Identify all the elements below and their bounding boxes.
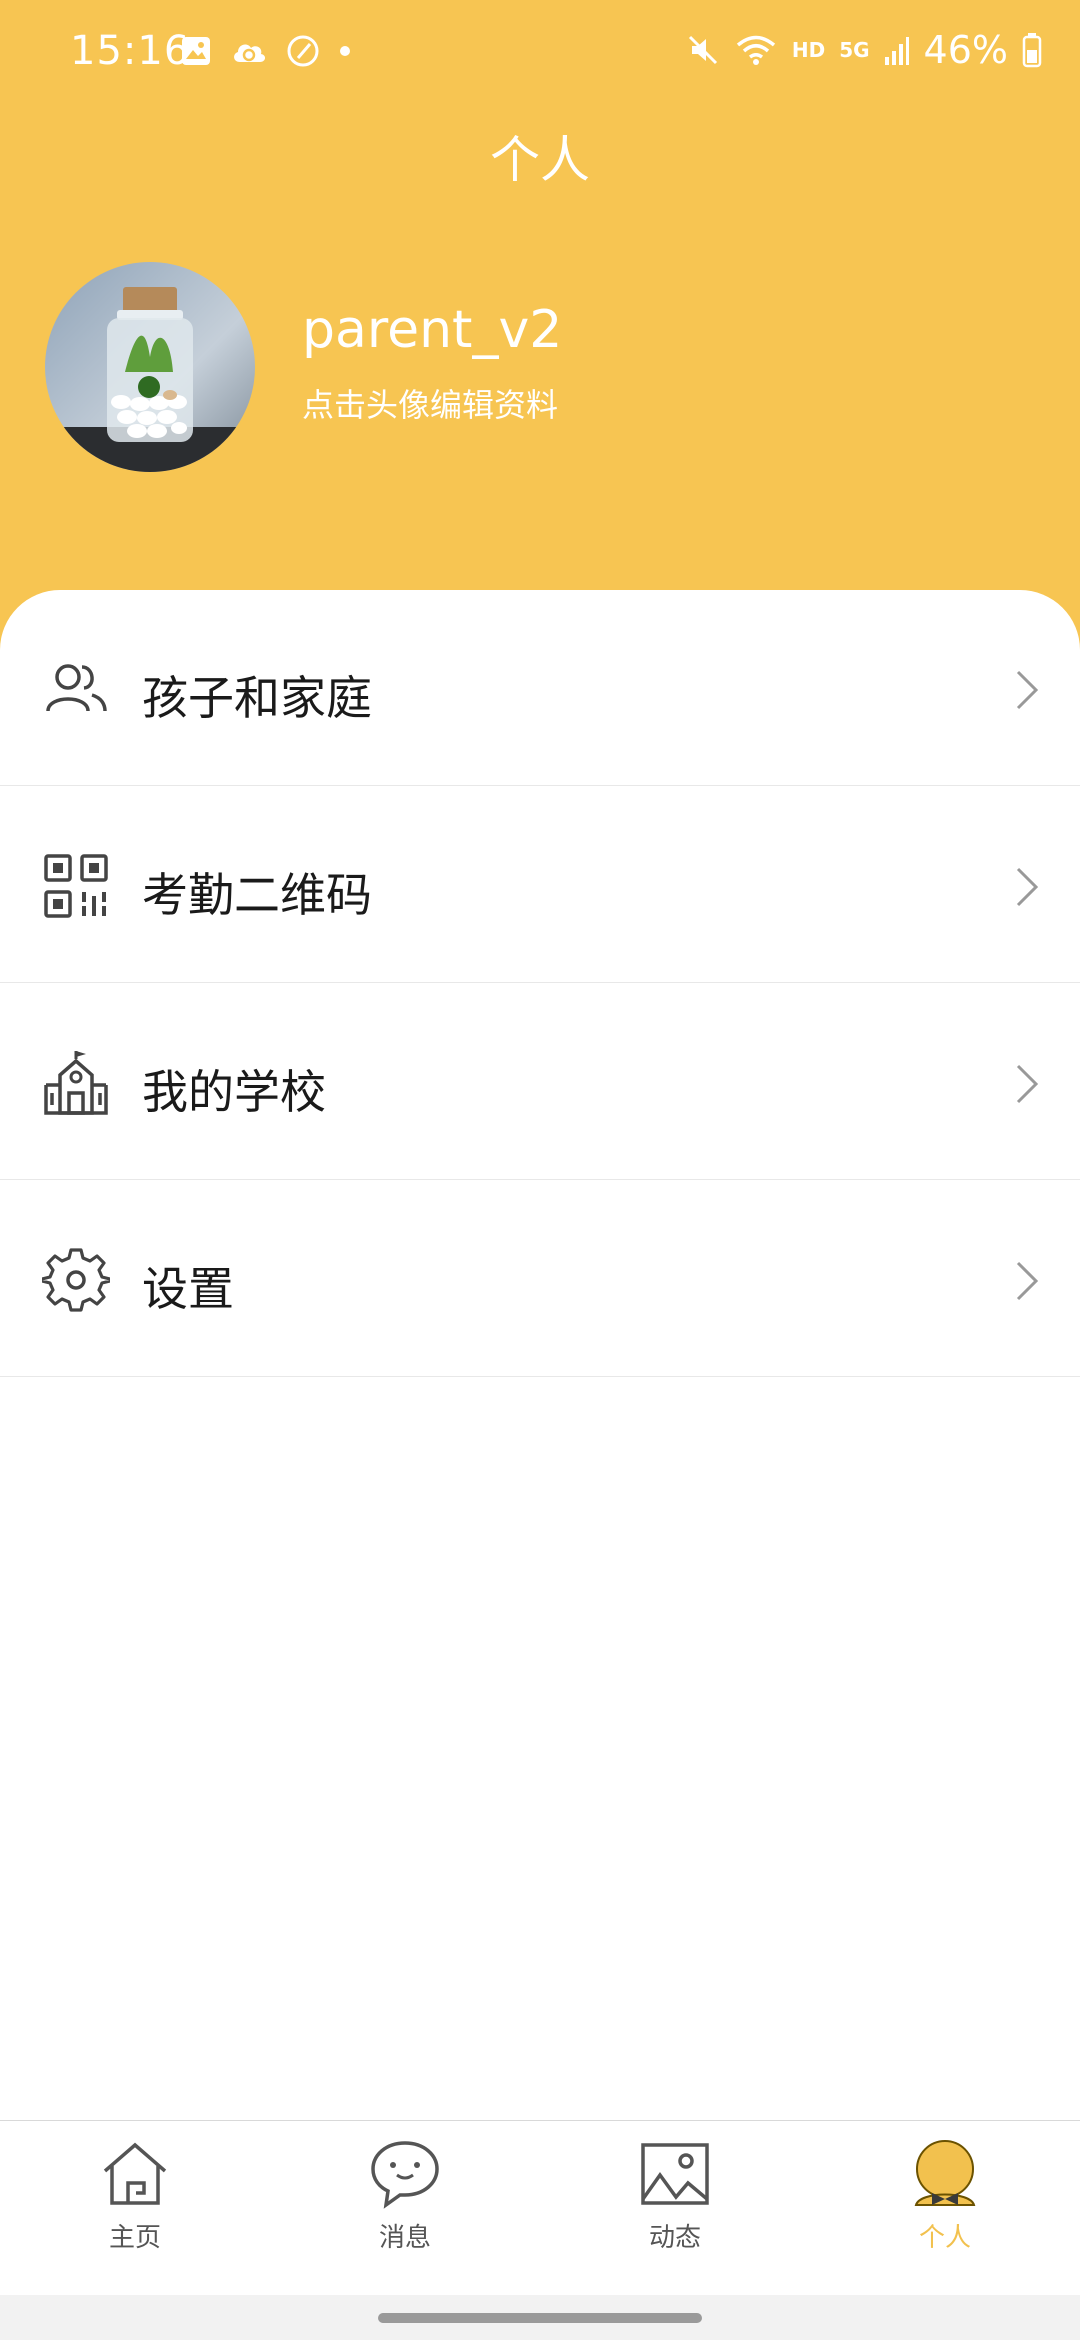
menu-sheet: 孩子和家庭 考勤二维码 我的学校 设置 — [0, 590, 1080, 2120]
status-bar: 15:16 HD 5G 46% — [0, 0, 1080, 100]
tab-label: 主页 — [108, 2223, 161, 2253]
bottom-tab-bar: 主页 消息 动态 个人 — [0, 2120, 1080, 2295]
image-icon — [641, 2143, 709, 2205]
speed-icon — [287, 35, 319, 67]
chevron-right-icon — [1016, 1261, 1039, 1301]
menu-item-label: 设置 — [142, 1262, 234, 1316]
network-type: 5G — [839, 38, 870, 62]
menu-item-settings[interactable]: 设置 — [0, 1181, 1080, 1377]
menu-item-family[interactable]: 孩子和家庭 — [0, 590, 1080, 786]
chevron-right-icon — [1016, 867, 1039, 907]
dot-icon — [340, 46, 350, 56]
tab-label: 个人 — [918, 2223, 971, 2253]
menu-item-label: 考勤二维码 — [142, 868, 372, 922]
page-title: 个人 — [490, 131, 590, 189]
chat-icon — [371, 2141, 439, 2209]
gallery-icon — [182, 37, 210, 65]
tab-label: 消息 — [378, 2223, 431, 2253]
username[interactable]: parent_v2 — [302, 300, 562, 360]
menu-item-label: 我的学校 — [142, 1065, 326, 1119]
menu-item-school[interactable]: 我的学校 — [0, 984, 1080, 1180]
system-nav-bar — [0, 2295, 1080, 2340]
chevron-right-icon — [1016, 670, 1039, 710]
menu-item-qr-code[interactable]: 考勤二维码 — [0, 787, 1080, 983]
tab-moments[interactable]: 动态 — [575, 2139, 775, 2279]
qr-code-icon — [44, 854, 108, 918]
cloud-sync-icon — [234, 44, 266, 62]
home-indicator[interactable] — [378, 2313, 702, 2323]
avatar[interactable] — [45, 262, 255, 472]
menu-item-label: 孩子和家庭 — [142, 671, 372, 725]
battery-icon — [1022, 33, 1042, 68]
edit-profile-hint[interactable]: 点击头像编辑资料 — [302, 380, 558, 426]
notification-icons — [180, 34, 352, 68]
hd-indicator: HD — [791, 38, 826, 62]
tab-home[interactable]: 主页 — [35, 2139, 235, 2279]
tab-messages[interactable]: 消息 — [305, 2139, 505, 2279]
school-icon — [44, 1051, 108, 1115]
gear-icon — [42, 1248, 110, 1312]
people-icon — [46, 664, 107, 712]
chevron-right-icon — [1016, 1064, 1039, 1104]
system-icons: HD 5G 46% — [686, 28, 1042, 72]
profile-icon — [914, 2140, 976, 2206]
battery-percent: 46% — [923, 28, 1008, 72]
home-icon — [103, 2142, 167, 2205]
signal-icon — [884, 37, 909, 65]
tab-profile[interactable]: 个人 — [845, 2139, 1045, 2279]
tab-label: 动态 — [648, 2223, 701, 2253]
status-time: 15:16 — [70, 28, 191, 74]
wifi-icon — [736, 35, 775, 65]
mute-icon — [688, 35, 717, 65]
